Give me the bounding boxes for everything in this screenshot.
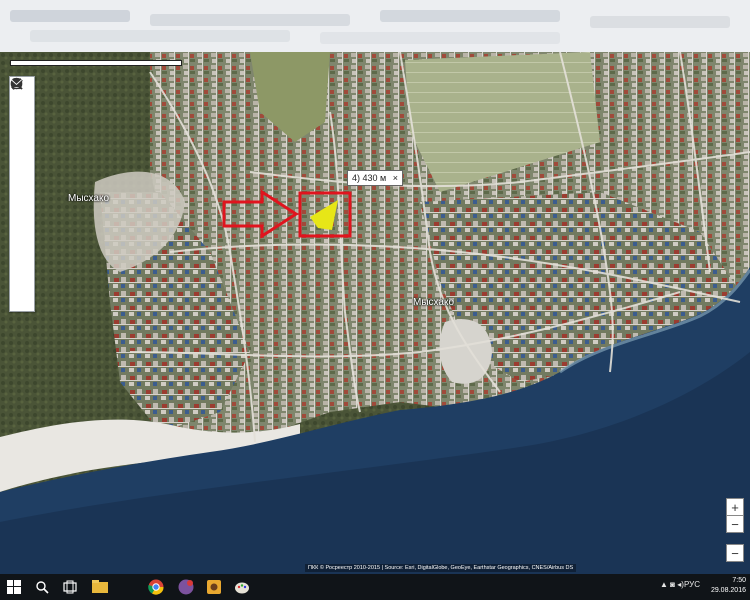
clock-date: 29.08.2016: [710, 587, 746, 594]
app-icon[interactable]: [204, 577, 224, 597]
clock[interactable]: 7:50 29.08.2016: [711, 576, 746, 596]
blurred-text: [380, 10, 560, 22]
zoom-out-button-secondary[interactable]: −: [726, 544, 744, 562]
print-icon[interactable]: [10, 78, 34, 259]
layers-icon[interactable]: [10, 78, 34, 181]
blurred-text: [30, 30, 290, 42]
tray-icons[interactable]: ▲ ◙ ◂): [660, 580, 684, 589]
search-icon[interactable]: [10, 78, 34, 129]
close-icon[interactable]: ×: [393, 173, 398, 183]
file-explorer-icon[interactable]: [90, 577, 110, 597]
help-icon[interactable]: ?: [10, 77, 34, 285]
measurement-text: 4) 430 м: [352, 173, 387, 183]
ruler-icon[interactable]: [10, 78, 34, 207]
info-icon[interactable]: [10, 77, 34, 155]
blurred-text: [150, 14, 350, 26]
map-toolbar: ?: [9, 76, 35, 312]
search-icon[interactable]: [32, 577, 52, 597]
viber-icon[interactable]: [176, 577, 196, 597]
scale-bar: [10, 60, 182, 66]
taskbar: ▲ ◙ ◂) РУС 7:50 29.08.2016: [0, 574, 750, 600]
blurred-text: [320, 32, 560, 44]
blurred-text: [590, 16, 730, 28]
blurred-text: [10, 10, 130, 22]
mail-icon[interactable]: [10, 79, 34, 311]
satellite-map[interactable]: ? 4) 430 м × Мысхако Мысхако + − − ПКК ©…: [0, 52, 750, 574]
star-icon[interactable]: [10, 77, 34, 233]
map-attribution: ПКК © Росреестр 2010-2015 | Source: Esri…: [305, 564, 577, 572]
place-label-west: Мысхако: [68, 193, 110, 204]
paint-icon[interactable]: [232, 577, 252, 597]
clock-time: 7:50: [732, 577, 746, 584]
place-label-center: Мысхако: [413, 297, 455, 308]
task-view-icon[interactable]: [60, 577, 80, 597]
zoom-in-button[interactable]: +: [726, 498, 744, 516]
windows-start-icon[interactable]: [4, 577, 24, 597]
language-indicator[interactable]: РУС: [684, 580, 700, 589]
zoom-out-button[interactable]: −: [726, 515, 744, 533]
satellite-imagery: [0, 52, 750, 574]
measurement-label: 4) 430 м ×: [347, 170, 403, 186]
browser-header: [0, 0, 750, 52]
chrome-icon[interactable]: [146, 577, 166, 597]
